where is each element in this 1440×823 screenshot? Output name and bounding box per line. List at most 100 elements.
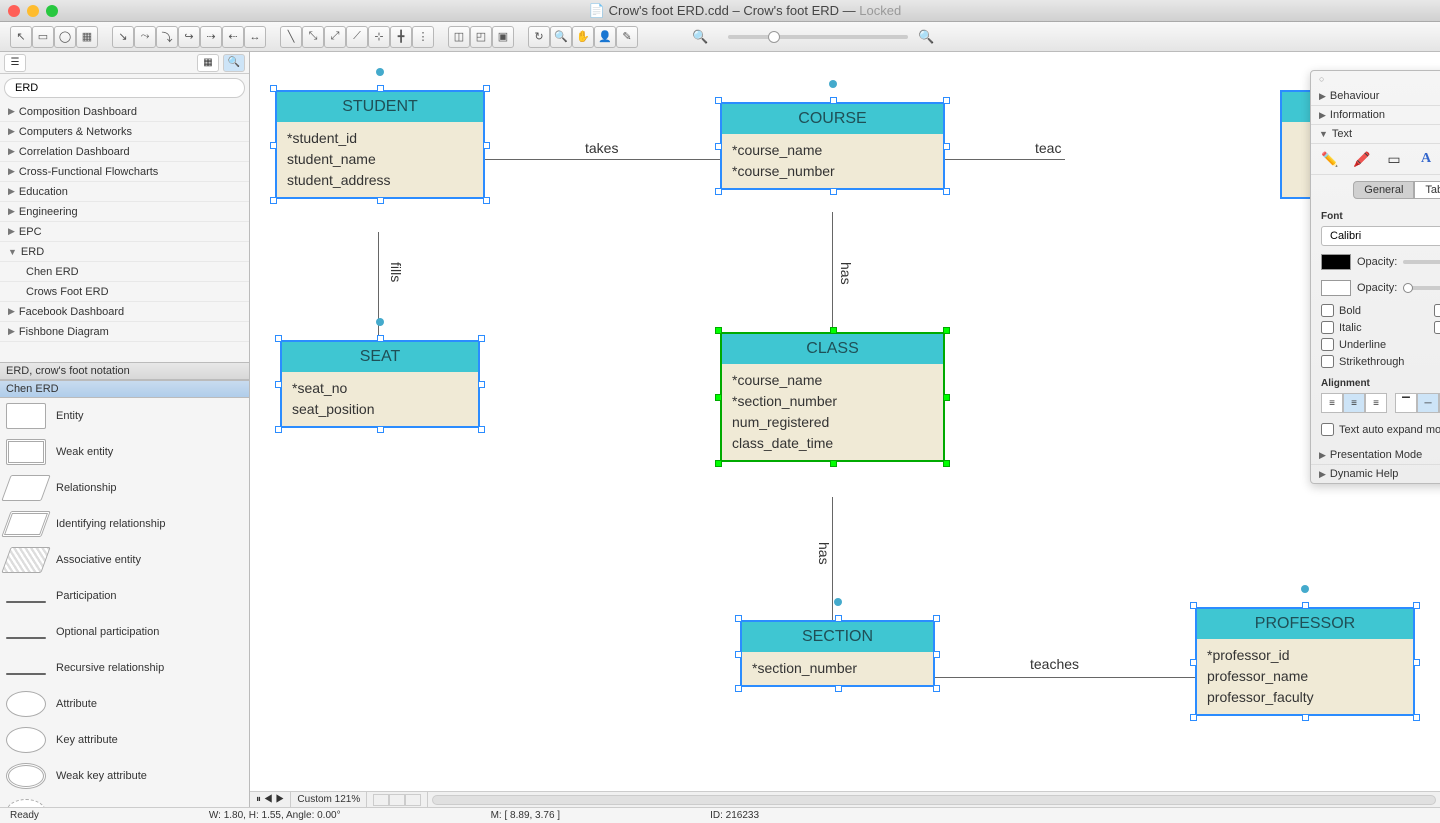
strike-checkbox[interactable] bbox=[1321, 355, 1334, 368]
shape-item[interactable]: Weak key attribute bbox=[0, 758, 249, 794]
super-checkbox[interactable] bbox=[1434, 304, 1440, 317]
bold-checkbox[interactable] bbox=[1321, 304, 1334, 317]
valign-top-button[interactable]: ▔ bbox=[1395, 393, 1417, 413]
horizontal-scrollbar[interactable] bbox=[432, 795, 1436, 805]
panel-tab-tree[interactable]: ☰ bbox=[4, 54, 26, 72]
bg-color-swatch[interactable] bbox=[1321, 280, 1351, 296]
line-tool-3[interactable]: ⤢ bbox=[324, 26, 346, 48]
shape-item[interactable]: Participation bbox=[0, 578, 249, 614]
inspector-tab-tabs[interactable]: Tabs bbox=[1414, 181, 1440, 199]
library-search-input[interactable] bbox=[4, 78, 245, 98]
shape-item[interactable]: Relationship bbox=[0, 470, 249, 506]
line-tool-5[interactable]: ⊹ bbox=[368, 26, 390, 48]
italic-checkbox[interactable] bbox=[1321, 321, 1334, 334]
zoom-out-icon[interactable]: 🔍 bbox=[692, 29, 708, 45]
shape-item[interactable]: Entity bbox=[0, 398, 249, 434]
entity-course[interactable]: COURSE *course_name *course_number bbox=[720, 102, 945, 190]
line-tool-1[interactable]: ╲ bbox=[280, 26, 302, 48]
line-tool-7[interactable]: ⋮ bbox=[412, 26, 434, 48]
shape-item[interactable]: Weak entity bbox=[0, 434, 249, 470]
view-mode-1[interactable] bbox=[373, 794, 389, 806]
inspector-tab-general[interactable]: General bbox=[1353, 181, 1414, 199]
entity-section[interactable]: SECTION *section_number bbox=[740, 620, 935, 687]
view-mode-3[interactable] bbox=[405, 794, 421, 806]
text-style-icon-4[interactable]: A bbox=[1415, 148, 1437, 170]
tree-item[interactable]: ▶Composition Dashboard bbox=[0, 102, 249, 122]
inspector-section-dynamic[interactable]: ▶Dynamic Help bbox=[1311, 465, 1440, 483]
connector-tool-5[interactable]: ⇢ bbox=[200, 26, 222, 48]
shape-item[interactable]: Key attribute bbox=[0, 722, 249, 758]
sub-checkbox[interactable] bbox=[1434, 321, 1440, 334]
shape-item[interactable]: Attribute bbox=[0, 686, 249, 722]
text-style-icon-2[interactable]: 🖍️ bbox=[1351, 148, 1373, 170]
zoom-slider[interactable] bbox=[728, 35, 908, 39]
opacity-slider-1[interactable] bbox=[1403, 260, 1440, 264]
line-tool-4[interactable]: ⟋ bbox=[346, 26, 368, 48]
tree-item-child[interactable]: Crows Foot ERD bbox=[0, 282, 249, 302]
connector-tool-1[interactable]: ↘ bbox=[112, 26, 134, 48]
underline-checkbox[interactable] bbox=[1321, 338, 1334, 351]
shape-item[interactable]: Identifying relationship bbox=[0, 506, 249, 542]
zoom-window-button[interactable] bbox=[46, 5, 58, 17]
group-tool-3[interactable]: ▣ bbox=[492, 26, 514, 48]
pan-tool[interactable]: ✋ bbox=[572, 26, 594, 48]
shape-item[interactable]: Recursive relationship bbox=[0, 650, 249, 686]
inspector-section-text[interactable]: ▼Text bbox=[1311, 125, 1440, 144]
tree-item[interactable]: ▶Computers & Networks bbox=[0, 122, 249, 142]
tree-item[interactable]: ▶Facebook Dashboard bbox=[0, 302, 249, 322]
auto-expand-checkbox[interactable] bbox=[1321, 423, 1334, 436]
panel-tab-search[interactable]: 🔍 bbox=[223, 54, 245, 72]
font-family-select[interactable]: Calibri bbox=[1321, 226, 1440, 246]
inspector-panel[interactable]: ○ ▶Behaviour ▶Information ▼Text ✏️ 🖍️ ▭ … bbox=[1310, 70, 1440, 484]
pen-tool[interactable]: ✎ bbox=[616, 26, 638, 48]
shape-group-header[interactable]: ERD, crow's foot notation bbox=[0, 362, 249, 380]
connector-tool-2[interactable]: ⤳ bbox=[134, 26, 156, 48]
line-tool-2[interactable]: ⤡ bbox=[302, 26, 324, 48]
inspector-section-behaviour[interactable]: ▶Behaviour bbox=[1311, 87, 1440, 106]
opacity-slider-2[interactable] bbox=[1403, 286, 1440, 290]
select-tool[interactable]: ↖ bbox=[10, 26, 32, 48]
connector-tool-6[interactable]: ⇠ bbox=[222, 26, 244, 48]
ellipse-tool[interactable]: ◯ bbox=[54, 26, 76, 48]
align-right-button[interactable]: ≡ bbox=[1365, 393, 1387, 413]
tree-item[interactable]: ▶EPC bbox=[0, 222, 249, 242]
shape-item[interactable]: Optional participation bbox=[0, 614, 249, 650]
zoom-display[interactable]: Custom 121% bbox=[291, 792, 367, 807]
align-left-button[interactable]: ≡ bbox=[1321, 393, 1343, 413]
tree-item[interactable]: ▼ERD bbox=[0, 242, 249, 262]
text-style-icon-1[interactable]: ✏️ bbox=[1319, 148, 1341, 170]
zoom-tool[interactable]: 🔍 bbox=[550, 26, 572, 48]
connector-tool-4[interactable]: ↪ bbox=[178, 26, 200, 48]
shape-group-header-selected[interactable]: Chen ERD bbox=[0, 380, 249, 398]
text-style-icon-3[interactable]: ▭ bbox=[1383, 148, 1405, 170]
shape-item[interactable]: Derived attribute bbox=[0, 794, 249, 807]
entity-professor[interactable]: PROFESSOR *professor_id professor_name p… bbox=[1195, 607, 1415, 716]
rotate-tool[interactable]: ↻ bbox=[528, 26, 550, 48]
tree-item[interactable]: ▶Cross-Functional Flowcharts bbox=[0, 162, 249, 182]
shape-item[interactable]: Associative entity bbox=[0, 542, 249, 578]
tree-item-child[interactable]: Chen ERD bbox=[0, 262, 249, 282]
drawing-canvas[interactable]: takes teac fills has has teaches STUDENT… bbox=[250, 52, 1440, 791]
entity-student[interactable]: STUDENT *student_id student_name student… bbox=[275, 90, 485, 199]
inspector-section-information[interactable]: ▶Information bbox=[1311, 106, 1440, 125]
entity-seat[interactable]: SEAT *seat_no seat_position bbox=[280, 340, 480, 428]
tree-item[interactable]: ▶Fishbone Diagram bbox=[0, 322, 249, 342]
view-mode-2[interactable] bbox=[389, 794, 405, 806]
valign-mid-button[interactable]: ─ bbox=[1417, 393, 1439, 413]
group-tool-1[interactable]: ◫ bbox=[448, 26, 470, 48]
connector-tool-3[interactable]: ⤵ bbox=[156, 26, 178, 48]
entity-class[interactable]: CLASS *course_name *section_number num_r… bbox=[720, 332, 945, 462]
tree-item[interactable]: ▶Engineering bbox=[0, 202, 249, 222]
minimize-window-button[interactable] bbox=[27, 5, 39, 17]
rect-tool[interactable]: ▭ bbox=[32, 26, 54, 48]
connector-tool-7[interactable]: ↔ bbox=[244, 26, 266, 48]
annotate-tool[interactable]: 👤 bbox=[594, 26, 616, 48]
panel-tab-grid[interactable]: ▦ bbox=[197, 54, 219, 72]
tree-item[interactable]: ▶Correlation Dashboard bbox=[0, 142, 249, 162]
close-window-button[interactable] bbox=[8, 5, 20, 17]
zoom-in-icon[interactable]: 🔍 bbox=[918, 29, 934, 45]
page-nav[interactable]: ⏸ ◀ ▶ bbox=[250, 792, 291, 807]
line-tool-6[interactable]: ╋ bbox=[390, 26, 412, 48]
text-color-swatch[interactable] bbox=[1321, 254, 1351, 270]
align-center-button[interactable]: ≡ bbox=[1343, 393, 1365, 413]
